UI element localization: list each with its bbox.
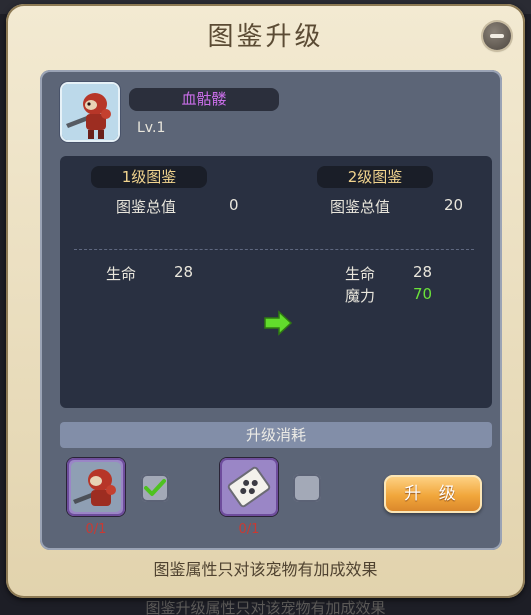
close-button[interactable] bbox=[483, 22, 511, 50]
footer-note: 图鉴属性只对该宠物有加成效果 bbox=[153, 560, 378, 579]
cost-item-dice[interactable] bbox=[220, 458, 278, 516]
next-stat-label: 魔力 bbox=[345, 287, 376, 305]
pet-name: 血骷髅 bbox=[129, 88, 279, 111]
dialog-content: 血骷髅 Lv.1 1级图鉴 2级图鉴 图鉴总值 0 图鉴总值 20 生命 28 … bbox=[40, 70, 502, 550]
compare-panel: 1级图鉴 2级图鉴 图鉴总值 0 图鉴总值 20 生命 28 生命 28 魔力 … bbox=[60, 156, 492, 408]
cost-item-count: 0/1 bbox=[238, 522, 260, 537]
upgrade-button[interactable]: 升 级 bbox=[384, 475, 482, 513]
skeleton-warrior-icon bbox=[62, 84, 118, 140]
next-stat-value: 28 bbox=[413, 263, 433, 281]
upgrade-dialog: 图鉴升级 血骷髅 Lv.1 1级图鉴 2级图鉴 图鉴总值 0 图鉴总值 20 生… bbox=[6, 4, 525, 598]
current-stat-value: 28 bbox=[174, 263, 194, 281]
cost-item-checkbox[interactable] bbox=[293, 474, 321, 502]
pet-portrait bbox=[62, 84, 118, 140]
dialog-title: 图鉴升级 bbox=[207, 22, 324, 52]
pet-card-icon bbox=[71, 462, 121, 512]
cost-item-checkbox[interactable] bbox=[141, 474, 169, 502]
next-stat-label: 生命 bbox=[345, 265, 376, 283]
current-stat-label: 生命 bbox=[106, 265, 137, 283]
next-total-label: 图鉴总值 bbox=[330, 198, 391, 216]
section-divider bbox=[74, 249, 474, 250]
current-total-value: 0 bbox=[229, 196, 239, 214]
pet-level: Lv.1 bbox=[137, 120, 166, 136]
next-total-value: 20 bbox=[444, 196, 464, 214]
cost-item-count: 0/1 bbox=[85, 522, 107, 537]
current-tier-label: 1级图鉴 bbox=[91, 166, 207, 188]
checkmark-icon bbox=[144, 479, 166, 496]
dice-icon bbox=[227, 466, 271, 508]
cost-item-pet-card[interactable] bbox=[67, 458, 125, 516]
cost-header: 升级消耗 bbox=[60, 422, 492, 448]
next-tier-label: 2级图鉴 bbox=[317, 166, 433, 188]
arrow-right-icon bbox=[264, 310, 293, 336]
next-stat-bonus-value: 70 bbox=[413, 285, 433, 303]
current-total-label: 图鉴总值 bbox=[116, 198, 177, 216]
